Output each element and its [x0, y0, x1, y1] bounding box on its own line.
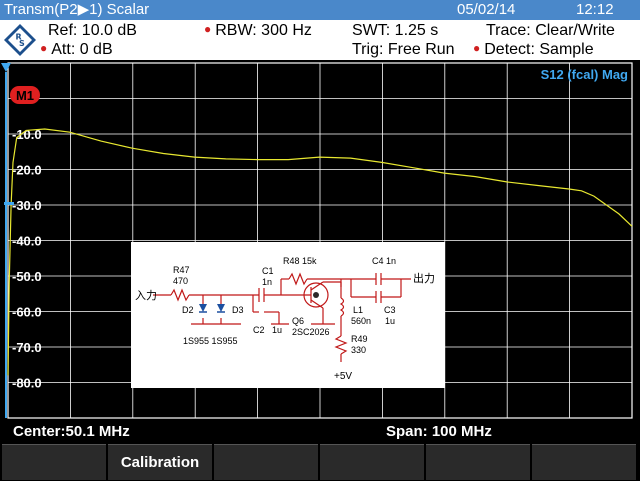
- time: 12:12: [576, 1, 614, 18]
- y-tick-label: -30.0: [12, 198, 42, 213]
- trace-label: S12 (fcal) Mag: [541, 67, 628, 82]
- sweep-time[interactable]: SWT: 1.25 s: [352, 21, 438, 41]
- l1-label: L1: [353, 305, 363, 315]
- frequency-footer: Center:50.1 MHz Span: 100 MHz: [0, 422, 640, 442]
- y-tick-label: -50.0: [12, 269, 42, 284]
- attenuation-text: Att: 0 dB: [51, 41, 113, 58]
- span-frequency[interactable]: Span: 100 MHz: [386, 423, 492, 441]
- softkey-1[interactable]: [2, 444, 106, 480]
- detect-indicator-icon: ●: [473, 41, 481, 55]
- c1-label: C1: [262, 266, 274, 276]
- q6-part: 2SC2026: [292, 327, 330, 337]
- y-tick-label: -40.0: [12, 234, 42, 249]
- mode-title: Transm(P2▶1) Scalar: [4, 1, 150, 18]
- softkey-3[interactable]: [214, 444, 318, 480]
- r48-label: R48 15k: [283, 256, 317, 266]
- softkey-4[interactable]: [320, 444, 424, 480]
- schematic-drawing: 入力 出力 R47 470 C1 1n R48 15k C4 1n D2 D3 …: [135, 256, 435, 382]
- rbw-text: RBW: 300 Hz: [215, 22, 312, 39]
- settings-bar: Ref: 10.0 dB ● Att: 0 dB ● RBW: 300 Hz SWT…: [0, 20, 640, 60]
- softkey-calibration[interactable]: Calibration: [108, 444, 212, 480]
- date: 05/02/14: [457, 1, 516, 18]
- attenuation[interactable]: ● Att: 0 dB: [40, 40, 113, 60]
- softkey-bar: Calibration: [0, 442, 640, 480]
- trigger[interactable]: Trig: Free Run: [352, 40, 455, 60]
- r49-label: R49: [351, 334, 368, 344]
- rbw[interactable]: ● RBW: 300 Hz: [204, 21, 312, 41]
- softkey-6[interactable]: [532, 444, 636, 480]
- output-label: 出力: [413, 271, 435, 285]
- c4-label: C4 1n: [372, 256, 396, 266]
- c1-value: 1n: [262, 277, 272, 287]
- input-label: 入力: [135, 289, 157, 302]
- detector[interactable]: ● Detect: Sample: [473, 40, 594, 60]
- marker-label: M1: [16, 88, 34, 103]
- svg-text:S: S: [19, 39, 25, 48]
- d2-label: D2: [182, 305, 194, 315]
- rbw-indicator-icon: ●: [204, 22, 212, 36]
- q6-label: Q6: [292, 316, 304, 326]
- att-indicator-icon: ●: [40, 41, 48, 55]
- l1-value: 560n: [351, 316, 371, 326]
- c3-label: C3: [384, 305, 396, 315]
- title-bar: Transm(P2▶1) Scalar 05/02/14 12:12: [0, 0, 640, 20]
- center-frequency[interactable]: Center:50.1 MHz: [13, 423, 130, 441]
- y-tick-label: -80.0: [12, 376, 42, 391]
- rohde-schwarz-logo-icon: R S: [4, 24, 36, 56]
- circuit-schematic: 入力 出力 R47 470 C1 1n R48 15k C4 1n D2 D3 …: [131, 242, 445, 388]
- r47-value: 470: [173, 276, 188, 286]
- y-tick-label: -70.0: [12, 340, 42, 355]
- y-tick-labels: -10.0-20.0-30.0-40.0-50.0-60.0-70.0-80.0: [12, 127, 42, 391]
- supply-label: +5V: [334, 371, 352, 382]
- y-tick-label: -20.0: [12, 163, 42, 178]
- marker-m1[interactable]: M1: [10, 86, 40, 104]
- softkey-5[interactable]: [426, 444, 530, 480]
- trace-mode[interactable]: Trace: Clear/Write: [486, 21, 615, 41]
- ref-level[interactable]: Ref: 10.0 dB: [48, 21, 137, 41]
- c2-value: 1u: [272, 325, 282, 335]
- c2-label: C2: [253, 325, 265, 335]
- diode-part-label: 1S955 1S955: [183, 336, 238, 346]
- d3-label: D3: [232, 305, 244, 315]
- r47-label: R47: [173, 265, 190, 275]
- detector-text: Detect: Sample: [484, 41, 594, 58]
- c3-value: 1u: [385, 316, 395, 326]
- y-tick-label: -60.0: [12, 305, 42, 320]
- r49-value: 330: [351, 345, 366, 355]
